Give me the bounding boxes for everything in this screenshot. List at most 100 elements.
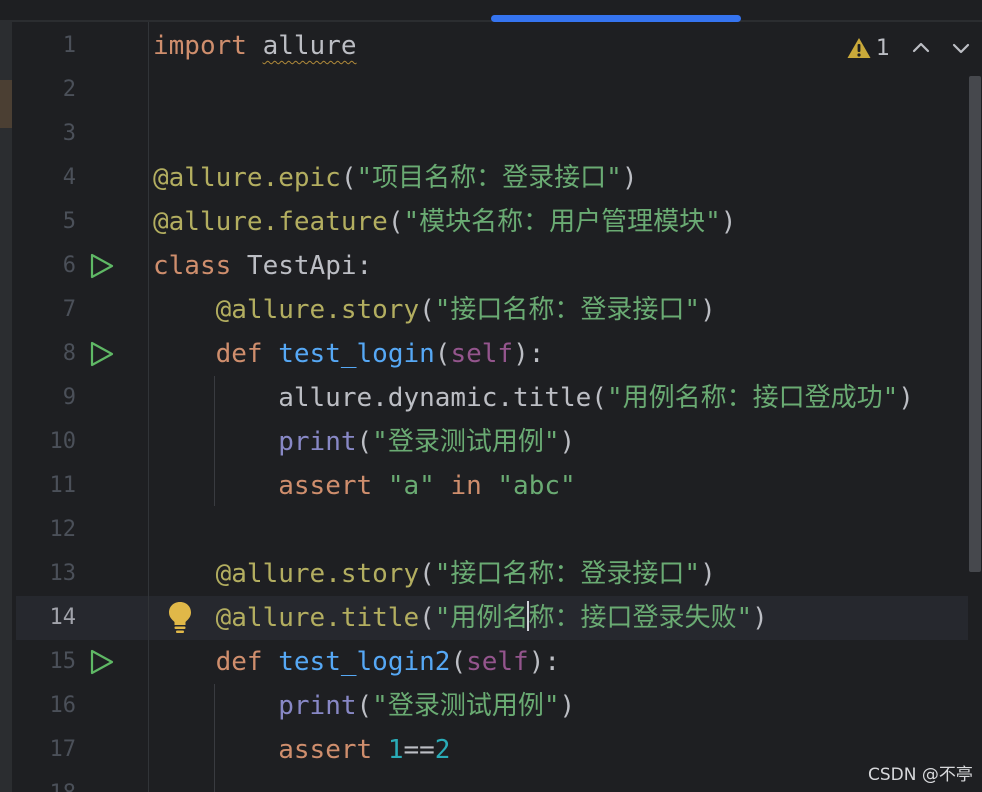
code-token: 2 bbox=[434, 735, 451, 765]
code-token: "模块名称：用户管理模块" bbox=[403, 207, 721, 237]
code-line[interactable]: assert "a" in "abc" bbox=[153, 464, 576, 508]
code-token: @allure.story bbox=[215, 559, 420, 589]
code-token: @allure.epic bbox=[153, 163, 341, 193]
code-token: @allure.feature bbox=[153, 207, 388, 237]
gutter-separator bbox=[148, 22, 149, 792]
code-line[interactable]: @allure.title("用例名称：接口登录失败") bbox=[153, 596, 768, 640]
code-token: allure.dynamic.title( bbox=[153, 383, 607, 413]
code-token: "登录测试用例" bbox=[372, 427, 560, 457]
code-line[interactable]: @allure.epic("项目名称：登录接口") bbox=[153, 156, 637, 200]
code-token: ) bbox=[752, 603, 768, 633]
code-token: ( bbox=[450, 647, 467, 677]
code-line[interactable]: def test_login2(self): bbox=[153, 640, 560, 684]
line-number[interactable]: 13 bbox=[30, 552, 77, 596]
code-token: "用例名 bbox=[434, 603, 529, 633]
line-number[interactable]: 17 bbox=[30, 728, 77, 772]
code-token: print bbox=[278, 691, 357, 721]
code-line[interactable]: def test_login(self): bbox=[153, 332, 545, 376]
code-token: ( bbox=[419, 559, 435, 589]
left-panel-scroll-thumb[interactable] bbox=[0, 80, 12, 128]
code-token: 1 bbox=[387, 735, 404, 765]
code-token: ( bbox=[434, 339, 451, 369]
code-token: assert bbox=[278, 735, 373, 765]
code-token: ) bbox=[720, 207, 737, 237]
run-gutter-icon[interactable] bbox=[88, 648, 116, 676]
code-token: "接口名称：登录接口" bbox=[434, 559, 701, 589]
watermark: CSDN @不亭 bbox=[868, 765, 973, 785]
code-editor[interactable]: 1 import allure 2 3 4 @allure.epic("项目名称：登录接口… bbox=[0, 0, 982, 792]
run-gutter-icon[interactable] bbox=[88, 252, 116, 280]
line-number[interactable]: 14 bbox=[30, 596, 77, 640]
code-token: import bbox=[153, 31, 247, 61]
run-gutter-icon[interactable] bbox=[88, 340, 116, 368]
code-token: ( bbox=[419, 603, 435, 633]
code-line[interactable]: @allure.story("接口名称：登录接口") bbox=[153, 552, 716, 596]
code-line[interactable]: import allure bbox=[153, 24, 357, 68]
code-token: ( bbox=[419, 295, 435, 325]
line-number[interactable]: 5 bbox=[30, 200, 76, 244]
code-line[interactable]: @allure.story("接口名称：登录接口") bbox=[153, 288, 716, 332]
warning-triangle-icon[interactable] bbox=[846, 36, 872, 60]
line-number[interactable]: 16 bbox=[30, 684, 77, 728]
vertical-scrollbar-thumb[interactable] bbox=[969, 76, 981, 572]
line-number[interactable]: 4 bbox=[30, 156, 76, 200]
line-number[interactable]: 10 bbox=[30, 420, 77, 464]
code-token: class bbox=[153, 251, 232, 281]
line-number[interactable]: 15 bbox=[30, 640, 77, 684]
code-token: ) bbox=[559, 427, 576, 457]
code-line[interactable]: class TestApi: bbox=[153, 244, 372, 288]
line-number[interactable]: 11 bbox=[30, 464, 77, 508]
code-token: "abc" bbox=[497, 471, 576, 501]
code-token: test_login2 bbox=[278, 647, 451, 677]
code-token: ( bbox=[387, 207, 404, 237]
code-token: def bbox=[215, 647, 263, 677]
warning-count[interactable]: 1 bbox=[876, 36, 890, 61]
line-number[interactable]: 9 bbox=[30, 376, 76, 420]
line-number[interactable]: 1 bbox=[30, 24, 76, 68]
code-line[interactable]: @allure.feature("模块名称：用户管理模块") bbox=[153, 200, 736, 244]
line-number[interactable]: 2 bbox=[30, 68, 76, 112]
code-token: ) bbox=[700, 559, 716, 589]
code-token: in bbox=[450, 471, 482, 501]
active-tab-indicator[interactable] bbox=[491, 15, 741, 22]
inspection-widget[interactable]: 1 bbox=[846, 32, 982, 64]
code-line[interactable]: assert 1==2 bbox=[153, 728, 450, 772]
code-token: assert bbox=[278, 471, 373, 501]
left-panel-edge bbox=[0, 22, 12, 792]
line-number[interactable]: 12 bbox=[30, 508, 77, 552]
code-line[interactable]: allure.dynamic.title("用例名称：接口登成功") bbox=[153, 376, 914, 420]
line-number[interactable]: 8 bbox=[30, 332, 76, 376]
code-token: "项目名称：登录接口" bbox=[356, 163, 622, 193]
code-token: ( bbox=[356, 691, 373, 721]
code-token: "接口名称：登录接口" bbox=[434, 295, 701, 325]
code-token: test_login bbox=[278, 339, 435, 369]
chevron-up-icon[interactable] bbox=[910, 37, 932, 59]
code-token: ) bbox=[898, 383, 914, 413]
code-token: print bbox=[278, 427, 357, 457]
line-number[interactable]: 7 bbox=[30, 288, 76, 332]
line-number[interactable]: 18 bbox=[30, 772, 77, 792]
code-line[interactable]: print("登录测试用例") bbox=[153, 684, 575, 728]
code-token: 称：接口登录失败" bbox=[528, 603, 753, 633]
code-token: "a" bbox=[387, 471, 435, 501]
line-number[interactable]: 6 bbox=[30, 244, 76, 288]
code-token: self bbox=[466, 647, 529, 677]
code-token: ): bbox=[513, 339, 545, 369]
chevron-down-icon[interactable] bbox=[950, 37, 972, 59]
code-token: ( bbox=[340, 163, 357, 193]
code-token: @allure.title bbox=[215, 603, 420, 633]
code-line[interactable]: print("登录测试用例") bbox=[153, 420, 575, 464]
code-token: "用例名称：接口登成功" bbox=[606, 383, 899, 413]
line-number[interactable]: 3 bbox=[30, 112, 76, 156]
code-token: allure bbox=[262, 31, 357, 61]
